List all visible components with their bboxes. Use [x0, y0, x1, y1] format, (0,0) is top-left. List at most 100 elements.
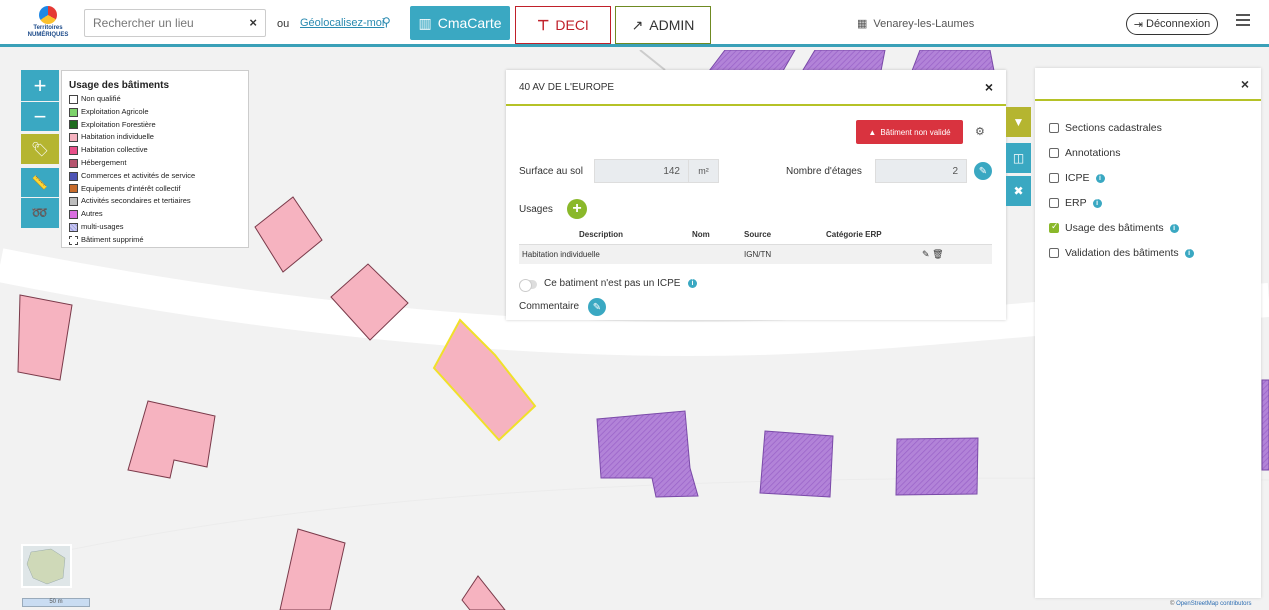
info-icon[interactable]: i: [1095, 173, 1105, 183]
layers-tab-icon[interactable]: ◫: [1006, 143, 1031, 173]
legend-swatch: [69, 120, 78, 130]
comment-label: Commentaire: [519, 301, 580, 312]
table-row: Habitation individuelle IGN/TN ✎ 🗑: [519, 244, 992, 264]
legend-label: Hébergement: [81, 157, 127, 167]
attribution-text: contributors: [1218, 601, 1252, 607]
layer-toggle[interactable]: Validation des bâtiments i: [1049, 247, 1194, 259]
legend-label: Habitation individuelle: [81, 132, 154, 142]
layer-label: ICPE: [1065, 172, 1090, 184]
col-source: Source: [744, 226, 826, 245]
layers-close-button[interactable]: ×: [1241, 76, 1249, 92]
cmacarte-button[interactable]: ▥ CmaCarte: [410, 6, 510, 40]
tools-wrench-icon[interactable]: ✖: [1006, 176, 1031, 206]
layer-checkbox[interactable]: [1049, 248, 1059, 258]
legend-item: Habitation individuelle: [69, 131, 248, 144]
location-pin-icon[interactable]: ⚲: [382, 15, 391, 29]
building-commerce: [1261, 379, 1269, 471]
logo-text: Territoires NUMÉRIQUES: [27, 25, 69, 38]
gear-icon[interactable]: ⚙: [975, 125, 985, 138]
search-input[interactable]: [85, 10, 235, 36]
admin-label: ADMIN: [649, 17, 695, 33]
building-commerce: [759, 430, 834, 498]
usages-table: Description Nom Source Catégorie ERP Hab…: [519, 226, 992, 264]
edit-floors-pencil-icon[interactable]: ✎: [974, 162, 992, 180]
info-icon[interactable]: i: [1169, 223, 1179, 233]
popup-close-button[interactable]: ×: [985, 79, 993, 95]
search-clear-button[interactable]: ×: [249, 15, 257, 30]
legend-item: Equipements d'intérêt collectif: [69, 183, 248, 196]
layer-label: Usage des bâtiments: [1065, 222, 1164, 234]
legend-item: Activités secondaires et tertiaires: [69, 195, 248, 208]
edit-comment-pencil-icon[interactable]: ✎: [588, 298, 606, 316]
building-commerce: [895, 437, 979, 496]
layer-label: Validation des bâtiments: [1065, 247, 1179, 259]
legend-item: Commerces et activités de service: [69, 170, 248, 183]
layer-checkbox[interactable]: [1049, 221, 1059, 233]
legend-swatch: [69, 158, 78, 168]
legend-item: Habitation collective: [69, 144, 248, 157]
legend-swatch: [69, 222, 78, 232]
top-bar: Territoires NUMÉRIQUES × ou Géolocalisez…: [0, 0, 1269, 47]
icpe-toggle-label: Ce batiment n'est pas un ICPE: [544, 278, 681, 289]
icpe-toggle[interactable]: [519, 279, 537, 292]
floors-field[interactable]: 2: [875, 159, 967, 183]
layer-checkbox[interactable]: [1049, 198, 1059, 208]
legend-swatch: [69, 94, 78, 104]
measure-area-icon[interactable]: ➿: [21, 198, 59, 228]
layer-toggle[interactable]: Annotations: [1049, 147, 1120, 159]
col-categorie-erp: Catégorie ERP: [826, 226, 922, 245]
admin-button[interactable]: ↗ ADMIN: [615, 6, 711, 44]
cell-description: Habitation individuelle: [519, 244, 692, 264]
layers-header: ×: [1035, 68, 1261, 101]
tag-icon[interactable]: 🏷: [21, 134, 59, 164]
layer-toggle[interactable]: ICPE i: [1049, 172, 1105, 184]
filter-icon[interactable]: ▼: [1006, 107, 1031, 137]
deci-button[interactable]: ⊤ DECI: [515, 6, 611, 44]
add-usage-plus-icon[interactable]: +: [567, 199, 587, 219]
info-icon[interactable]: i: [1184, 248, 1194, 258]
legend-item: Hébergement: [69, 157, 248, 170]
building-address: 40 AV DE L'EUROPE: [519, 82, 615, 93]
layer-checkbox[interactable]: [1049, 123, 1059, 133]
app-logo[interactable]: Territoires NUMÉRIQUES: [20, 6, 76, 40]
legend-label: Autres: [81, 209, 103, 219]
layer-toggle[interactable]: ERP i: [1049, 197, 1102, 209]
hydrant-icon: ⊤: [537, 16, 550, 33]
legend-label: Equipements d'intérêt collectif: [81, 183, 181, 193]
legend-swatch: [69, 133, 78, 143]
logout-button[interactable]: ⇥ Déconnexion: [1126, 13, 1218, 35]
cell-categorie: [826, 244, 922, 264]
zoom-out-button[interactable]: −: [21, 102, 59, 131]
logout-icon: ⇥: [1133, 18, 1143, 31]
cell-nom: [692, 244, 744, 264]
deci-label: DECI: [555, 17, 589, 33]
info-icon[interactable]: i: [688, 279, 697, 288]
legend-title: Usage des bâtiments: [69, 80, 170, 91]
hammer-icon: ↗: [631, 16, 644, 33]
layer-toggle[interactable]: Sections cadastrales: [1049, 122, 1162, 134]
surface-field[interactable]: 142: [594, 159, 689, 183]
legend-list: Non qualifié Exploitation Agricole Exploit…: [69, 93, 248, 247]
validation-status-button[interactable]: ▲ Bâtiment non validé: [856, 120, 963, 144]
cmacarte-label: CmaCarte: [437, 15, 502, 31]
layer-checkbox[interactable]: [1049, 173, 1059, 183]
or-label: ou: [277, 18, 290, 30]
delete-trash-icon[interactable]: 🗑: [932, 249, 943, 259]
popup-header: 40 AV DE L'EUROPE ×: [506, 70, 1006, 106]
hamburger-menu-icon[interactable]: [1236, 14, 1250, 26]
layer-toggle[interactable]: Usage des bâtiments i: [1049, 221, 1179, 234]
overview-minimap[interactable]: [21, 544, 72, 588]
layer-checkbox[interactable]: [1049, 148, 1059, 158]
building-icon: ▥: [418, 14, 432, 31]
geolocate-link[interactable]: Géolocalisez-moi: [300, 17, 384, 29]
info-icon[interactable]: i: [1092, 198, 1102, 208]
usages-label: Usages: [519, 204, 553, 215]
measure-distance-icon[interactable]: 📏: [21, 168, 59, 197]
map-icon: ▦: [857, 18, 868, 30]
layer-label: Annotations: [1065, 147, 1121, 159]
osm-link[interactable]: OpenStreetMap: [1176, 601, 1218, 607]
zoom-in-button[interactable]: +: [21, 70, 59, 101]
logo-mark-icon: [39, 6, 57, 24]
col-description: Description: [519, 226, 692, 245]
edit-row-icon[interactable]: ✎: [922, 249, 930, 259]
